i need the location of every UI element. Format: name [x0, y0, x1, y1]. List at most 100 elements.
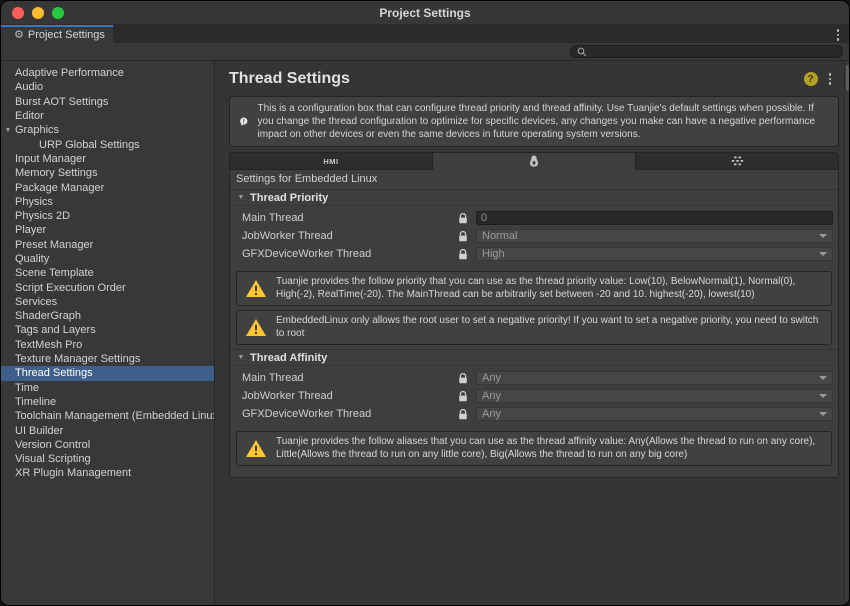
sidebar-item-label: Thread Settings: [15, 367, 93, 380]
info-box: This is a configuration box that can con…: [229, 96, 839, 147]
sidebar-item-label: Scene Template: [15, 267, 94, 280]
section-header-thread-affinity[interactable]: ▼ Thread Affinity: [230, 349, 838, 366]
chevron-down-icon: [819, 412, 827, 416]
sidebar-item-visual-scripting[interactable]: Visual Scripting: [1, 452, 214, 466]
sidebar-item-label: Player: [15, 224, 47, 237]
sidebar-item-urp-global-settings[interactable]: URP Global Settings: [1, 137, 214, 151]
tab-hmi[interactable]: HMI: [230, 153, 433, 170]
thread-row-gfxdeviceworker-thread: GFXDeviceWorker Thread High: [230, 245, 838, 263]
sidebar-item-label: XR Plugin Management: [15, 467, 132, 480]
content-area: Adaptive Performance Audio Burst AOT Setti…: [1, 61, 849, 605]
sidebar-item-package-manager[interactable]: Package Manager: [1, 180, 214, 194]
chevron-down-icon: [819, 234, 827, 238]
sidebar-item-scene-template[interactable]: Scene Template: [1, 266, 214, 280]
help-icon[interactable]: ?: [803, 72, 818, 86]
sidebar-item-preset-manager[interactable]: Preset Manager: [1, 238, 214, 252]
sidebar-item-version-control[interactable]: Version Control: [1, 438, 214, 452]
sidebar-item-audio[interactable]: Audio: [1, 80, 214, 94]
control-value: Any: [482, 390, 501, 402]
warning-box: Tuanjie provides the follow priority tha…: [236, 271, 832, 306]
sidebar-item-label: Burst AOT Settings: [15, 95, 109, 108]
sidebar-item-timeline[interactable]: Timeline: [1, 395, 214, 409]
warning-box: Tuanjie provides the follow aliases that…: [236, 431, 832, 466]
sidebar-item-physics[interactable]: Physics: [1, 195, 214, 209]
row-label: GFXDeviceWorker Thread: [242, 248, 372, 260]
dropdown[interactable]: Any: [476, 407, 833, 421]
dropdown[interactable]: Normal: [476, 229, 833, 243]
scrollbar[interactable]: [844, 61, 849, 605]
search-field[interactable]: [570, 45, 843, 58]
control-value: High: [482, 248, 505, 260]
sidebar-item-memory-settings[interactable]: Memory Settings: [1, 166, 214, 180]
close-window-button[interactable]: [12, 6, 24, 19]
page-menu-icon[interactable]: [824, 71, 837, 87]
sidebar-item-label: Graphics: [15, 124, 60, 137]
traffic-lights: [12, 6, 64, 19]
sidebar-item-shadergraph[interactable]: ShaderGraph: [1, 309, 214, 323]
thread-settings-panel: Thread Settings ? This is a configuratio…: [215, 61, 844, 605]
thread-row-gfxdeviceworker-thread: GFXDeviceWorker Thread Any: [230, 405, 838, 423]
tab-qnx[interactable]: [636, 153, 838, 170]
row-label: JobWorker Thread: [242, 230, 333, 242]
sidebar-item-graphics[interactable]: ▼ Graphics: [1, 123, 214, 137]
search-input[interactable]: [591, 46, 836, 57]
sidebar-item-label: Timeline: [15, 395, 57, 408]
control-value: Any: [482, 408, 501, 420]
sidebar-item-label: Toolchain Management (Embedded Linux): [15, 410, 214, 423]
tabbar-menu-icon[interactable]: [832, 27, 845, 43]
section-header-thread-priority[interactable]: ▼ Thread Priority: [230, 189, 838, 206]
lock-icon: [458, 230, 476, 242]
lock-icon: [458, 212, 476, 224]
info-text: This is a configuration box that can con…: [257, 103, 816, 140]
sidebar-item-adaptive-performance[interactable]: Adaptive Performance: [1, 66, 214, 80]
sidebar-item-texture-manager-settings[interactable]: Texture Manager Settings: [1, 352, 214, 366]
titlebar[interactable]: Project Settings: [1, 1, 849, 25]
editor-tabbar: ⚙ Project Settings: [1, 25, 849, 43]
tab-project-settings[interactable]: ⚙ Project Settings: [1, 25, 113, 43]
warning-icon: [245, 439, 267, 458]
sidebar-item-thread-settings[interactable]: Thread Settings: [1, 366, 214, 381]
sidebar-item-textmesh-pro[interactable]: TextMesh Pro: [1, 338, 214, 352]
tab-embedded-linux[interactable]: [433, 153, 636, 170]
lock-icon: [458, 248, 476, 260]
sidebar-item-label: Services: [15, 295, 58, 308]
text-field[interactable]: 0: [476, 211, 833, 225]
tab-label: Project Settings: [27, 29, 105, 41]
minimize-window-button[interactable]: [32, 6, 44, 19]
foldout-icon[interactable]: ▼: [234, 194, 248, 201]
dropdown[interactable]: Any: [476, 371, 833, 385]
sidebar-item-quality[interactable]: Quality: [1, 252, 214, 266]
sidebar-item-player[interactable]: Player: [1, 223, 214, 237]
sidebar-item-ui-builder[interactable]: UI Builder: [1, 423, 214, 437]
zoom-window-button[interactable]: [52, 6, 64, 19]
sidebar-item-time[interactable]: Time: [1, 381, 214, 395]
dropdown[interactable]: Any: [476, 389, 833, 403]
sidebar-item-label: Texture Manager Settings: [15, 353, 141, 366]
sidebar-item-label: Quality: [15, 253, 50, 265]
foldout-icon[interactable]: ▼: [1, 127, 15, 134]
sidebar-item-physics-2d[interactable]: Physics 2D: [1, 209, 214, 223]
sidebar-item-script-execution-order[interactable]: Script Execution Order: [1, 280, 214, 294]
sidebar-item-editor[interactable]: Editor: [1, 109, 214, 123]
row-label: Main Thread: [242, 212, 304, 224]
row-label: GFXDeviceWorker Thread: [242, 408, 372, 420]
row-label: Main Thread: [242, 372, 304, 384]
sidebar-item-toolchain-management-embedded-linux[interactable]: Toolchain Management (Embedded Linux): [1, 409, 214, 423]
gear-icon: ⚙: [14, 28, 24, 41]
window-title: Project Settings: [379, 5, 471, 20]
page-title: Thread Settings: [229, 70, 350, 87]
sidebar-item-input-manager[interactable]: Input Manager: [1, 152, 214, 166]
sidebar-item-services[interactable]: Services: [1, 295, 214, 309]
qnx-dots-icon: [731, 156, 743, 165]
sidebar-item-tags-and-layers[interactable]: Tags and Layers: [1, 323, 214, 337]
platform-settings-box: HMI Settings for Embedded Linux ▼ Thread…: [229, 152, 839, 478]
sidebar-item-burst-aot-settings[interactable]: Burst AOT Settings: [1, 95, 214, 109]
foldout-icon[interactable]: ▼: [234, 354, 248, 361]
warning-icon: [245, 318, 267, 337]
dropdown[interactable]: High: [476, 247, 833, 261]
scrollbar-thumb[interactable]: [846, 65, 849, 91]
warning-text: Tuanjie provides the follow priority tha…: [276, 276, 796, 300]
sidebar-item-xr-plugin-management[interactable]: XR Plugin Management: [1, 466, 214, 480]
toolbar: [1, 43, 849, 61]
sidebar-item-label: Input Manager: [15, 152, 86, 165]
